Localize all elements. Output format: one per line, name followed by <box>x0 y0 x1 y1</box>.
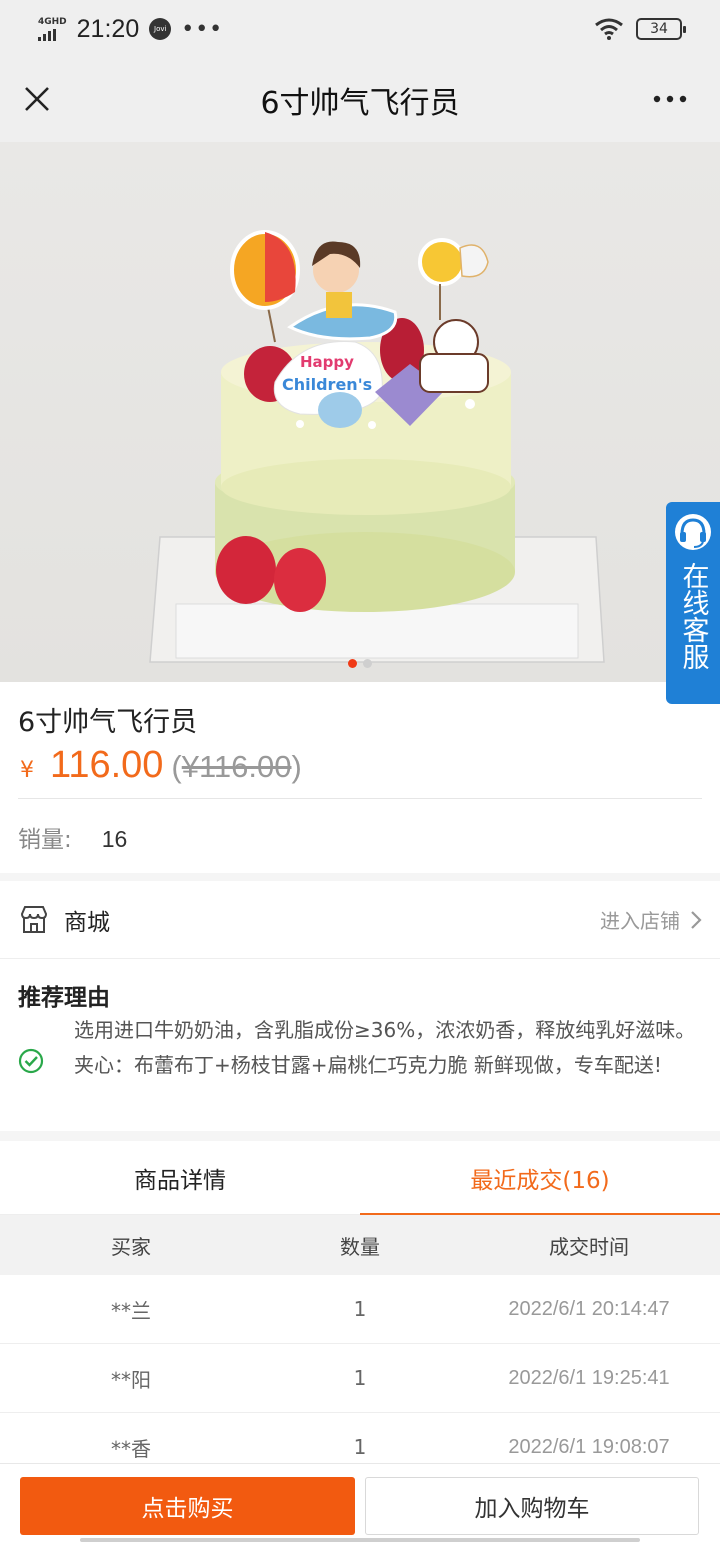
current-price: 116.00 <box>50 744 164 786</box>
shop-name: 商城 <box>64 909 110 936</box>
tab-recent-deals[interactable]: 最近成交(16) <box>360 1141 720 1215</box>
section-gap <box>0 1131 720 1141</box>
enter-shop-link[interactable]: 进入店铺 <box>600 905 702 934</box>
section-gap <box>0 873 720 881</box>
sales-label: 销量: <box>18 827 72 853</box>
cellular-signal-icon: 4GHD <box>38 16 67 41</box>
reason-title: 推荐理由 <box>18 985 110 1011</box>
deals-table-body: **兰 1 2022/6/1 20:14:47 **阳 1 2022/6/1 1… <box>0 1275 720 1482</box>
buy-now-button[interactable]: 点击购买 <box>20 1477 355 1535</box>
sales-value: 16 <box>101 826 128 852</box>
battery-level: 34 <box>650 21 668 37</box>
shop-row[interactable]: 商城 进入店铺 <box>0 881 720 959</box>
more-icon <box>653 95 687 103</box>
table-row: **阳 1 2022/6/1 19:25:41 <box>0 1344 720 1413</box>
qty-cell: 1 <box>353 1297 367 1321</box>
time-cell: 2022/6/1 19:25:41 <box>508 1366 670 1389</box>
online-service-button[interactable]: 在线客服 <box>666 502 720 704</box>
product-image-carousel[interactable]: Happy Children's <box>0 142 720 682</box>
original-price: (¥116.00) <box>171 749 302 784</box>
buyer-cell: **阳 <box>111 1367 151 1392</box>
time-cell: 2022/6/1 19:08:07 <box>508 1435 670 1458</box>
carousel-indicator <box>0 659 720 668</box>
table-row: **兰 1 2022/6/1 20:14:47 <box>0 1275 720 1344</box>
svg-text:Happy: Happy <box>300 353 354 371</box>
status-bar: 4GHD 21:20 Jovi ••• 34 <box>0 0 720 58</box>
qty-cell: 1 <box>353 1435 367 1459</box>
close-icon <box>25 87 49 111</box>
store-icon <box>20 905 48 933</box>
network-type: 4GHD <box>38 16 67 27</box>
chevron-right-icon <box>691 910 702 929</box>
wifi-icon <box>595 18 623 40</box>
deals-table-header: 买家 数量 成交时间 <box>0 1215 720 1275</box>
more-button[interactable] <box>650 80 690 118</box>
header-qty: 数量 <box>340 1234 380 1259</box>
buyer-cell: **兰 <box>111 1298 151 1323</box>
home-indicator[interactable] <box>80 1538 640 1542</box>
original-price-value: ¥116.00 <box>181 749 292 784</box>
time-cell: 2022/6/1 20:14:47 <box>508 1297 670 1320</box>
check-circle-icon <box>18 1048 44 1074</box>
cake-image: Happy Children's <box>149 230 605 663</box>
qty-cell: 1 <box>353 1366 367 1390</box>
headset-icon <box>675 514 711 550</box>
tab-product-details[interactable]: 商品详情 <box>0 1141 360 1214</box>
page-title: 6寸帅气飞行员 <box>260 86 460 121</box>
header-time: 成交时间 <box>549 1234 629 1259</box>
bottom-action-bar: 点击购买 加入购物车 <box>0 1463 720 1544</box>
clock: 21:20 <box>76 14 140 43</box>
currency-symbol: ¥ <box>20 758 34 783</box>
battery-icon: 34 <box>636 18 686 40</box>
jovi-icon: Jovi <box>149 18 172 40</box>
price-row: ¥ 116.00 (¥116.00) <box>20 744 302 787</box>
svg-text:Children's: Children's <box>282 375 372 394</box>
nav-bar: 6寸帅气飞行员 <box>0 58 720 142</box>
buyer-cell: **香 <box>111 1436 151 1461</box>
enter-shop-label: 进入店铺 <box>600 909 680 933</box>
carousel-dot[interactable] <box>363 659 372 668</box>
header-buyer: 买家 <box>111 1234 151 1259</box>
divider <box>18 798 702 799</box>
product-title: 6寸帅气飞行员 <box>18 707 198 738</box>
online-service-label: 在线客服 <box>677 562 709 670</box>
more-notifications-icon: ••• <box>181 16 224 42</box>
add-to-cart-button[interactable]: 加入购物车 <box>365 1477 699 1535</box>
reason-text: 选用进口牛奶奶油，含乳脂成份≥36%，浓浓奶香，释放纯乳好滋味。夹心：布蕾布丁+… <box>74 1018 696 1077</box>
sales-count: 销量: 16 <box>18 820 127 854</box>
detail-tabs: 商品详情 最近成交(16) <box>0 1141 720 1215</box>
carousel-dot-active[interactable] <box>348 659 357 668</box>
close-button[interactable] <box>18 80 56 118</box>
